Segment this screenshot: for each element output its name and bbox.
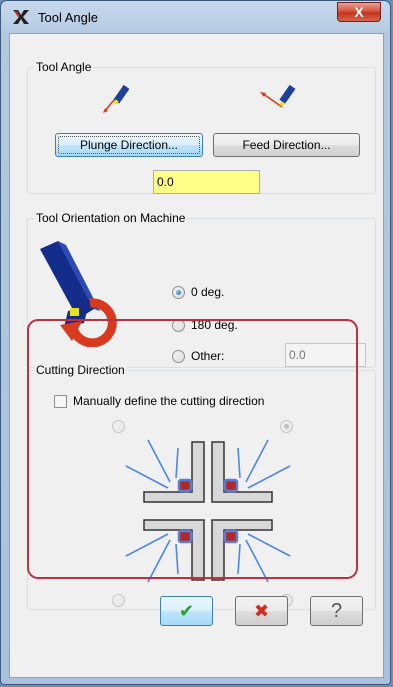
tool-angle-group: Tool Angle Plunge Direction... Feed Dire… [27,60,376,194]
cutting-bottom-left-radio[interactable] [112,594,125,607]
cancel-x-icon: ✖ [253,601,270,621]
help-button[interactable]: ? [310,596,363,626]
feed-direction-label: Feed Direction... [242,138,331,152]
app-logo-icon [13,10,29,24]
window-title: Tool Angle [38,10,98,25]
help-question-icon: ? [330,600,343,622]
title-bar[interactable]: Tool Angle X [1,1,390,33]
orientation-0deg-radio[interactable] [172,286,185,299]
close-icon: X [354,4,364,20]
plunge-direction-button[interactable]: Plunge Direction... [55,133,203,157]
tool-angle-input[interactable]: 0.0 [153,170,260,194]
orientation-0deg-label: 0 deg. [191,285,225,299]
close-button[interactable]: X [337,2,381,22]
feed-direction-icon [260,84,296,108]
ok-button[interactable]: ✔ [160,596,213,626]
check-icon: ✔ [178,601,195,621]
dialog-client-area: Tool Angle Plunge Direction... Feed Dire… [9,33,384,678]
cancel-button[interactable]: ✖ [235,596,288,626]
tool-angle-value: 0.0 [157,175,174,189]
tool-angle-group-label: Tool Angle [34,60,94,74]
plunge-direction-icon [103,84,130,113]
cutting-direction-highlight [27,319,358,579]
plunge-direction-label: Plunge Direction... [79,138,179,152]
feed-direction-button[interactable]: Feed Direction... [213,133,360,157]
dialog-window: Tool Angle X Tool Angle Plunge Direction… [0,0,391,685]
tool-orientation-group-label: Tool Orientation on Machine [34,211,188,225]
